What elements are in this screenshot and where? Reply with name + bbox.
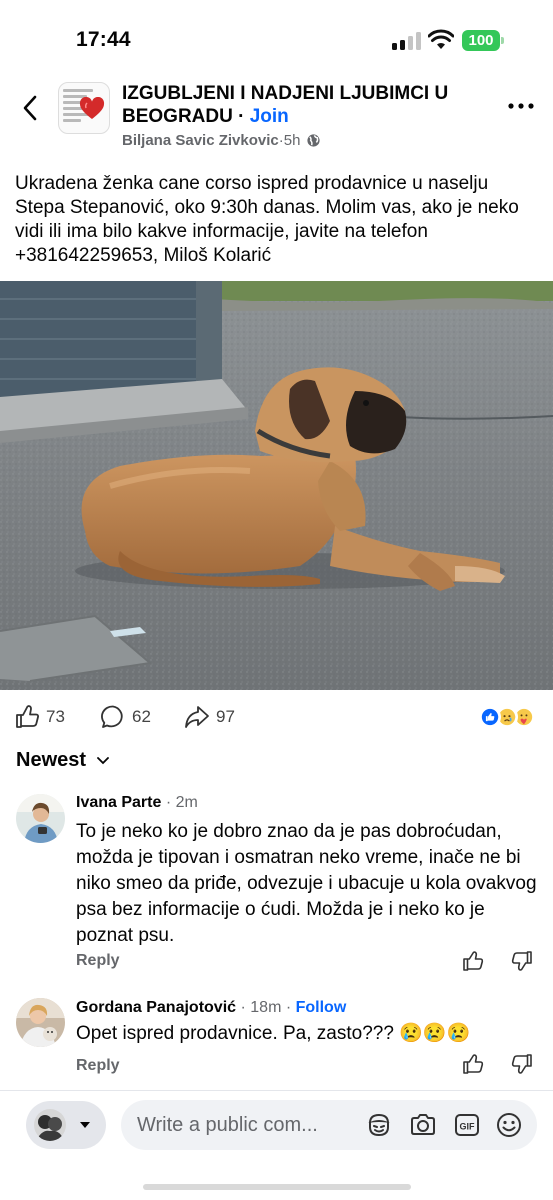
thumbs-up-icon [16, 705, 39, 728]
upvote-icon[interactable] [462, 950, 484, 972]
post-actions: 73 62 97 [0, 698, 553, 738]
comment-button[interactable]: 62 [100, 704, 151, 730]
comment-count: 62 [132, 707, 151, 726]
comment-header: Gordana Panajotović · 18m · Follow [76, 999, 346, 1017]
share-button[interactable]: 97 [184, 704, 235, 730]
user-avatar [34, 1109, 66, 1141]
status-bar: 17:44 100 [0, 0, 553, 76]
comment-separator: · [161, 794, 176, 811]
battery-tip [501, 37, 504, 44]
camera-icon[interactable] [409, 1111, 437, 1139]
commenter-avatar[interactable] [16, 794, 65, 843]
follow-separator: · [281, 999, 296, 1016]
post-photo-dog[interactable] [0, 281, 553, 690]
heart-icon [79, 97, 105, 119]
home-indicator [143, 1184, 411, 1190]
svg-text:GIF: GIF [460, 1122, 476, 1132]
post-text: Ukradena ženka cane corso ispred prodavn… [15, 173, 519, 266]
commenter-name[interactable]: Ivana Parte [76, 794, 161, 811]
globe-icon [307, 134, 321, 147]
comment-time: 18m [250, 999, 282, 1016]
comment-header: Ivana Parte · 2m [76, 794, 198, 812]
comment-input-container: GIF [121, 1100, 537, 1150]
sort-label: Newest [16, 749, 87, 771]
reply-button[interactable]: Reply [76, 952, 120, 970]
group-avatar[interactable] [58, 82, 110, 134]
caret-down-icon [80, 1122, 90, 1128]
like-button[interactable]: 73 [14, 704, 65, 730]
wifi-icon [428, 29, 454, 49]
post-author[interactable]: Biljana Savic Zivkovic [122, 132, 279, 149]
commenter-name[interactable]: Gordana Panajotović [76, 999, 236, 1016]
group-title: IZGUBLJENI I NADJENI LJUBIMCI U BEOGRADU… [122, 82, 492, 128]
reaction-summary[interactable] [479, 706, 539, 728]
comment-sort-dropdown[interactable]: Newest [16, 749, 110, 772]
follow-button[interactable]: Follow [296, 999, 347, 1016]
comment-text: Opet ispred prodavnice. Pa, zasto??? 😢😢😢 [76, 1023, 471, 1044]
post-time[interactable]: 5h [284, 132, 301, 149]
comment-time: 2m [175, 794, 198, 811]
post-meta: Biljana Savic Zivkovic · 5h [122, 132, 321, 149]
title-separator: · [232, 106, 250, 127]
more-options-icon[interactable] [506, 96, 536, 116]
gif-icon[interactable]: GIF [453, 1111, 481, 1139]
commenter-avatar[interactable] [16, 998, 65, 1047]
reply-button[interactable]: Reply [76, 1057, 120, 1075]
comment-bubble-icon [101, 705, 123, 728]
back-arrow-icon[interactable] [18, 92, 44, 124]
like-icon [479, 706, 501, 728]
cellular-signal-icon [392, 32, 422, 50]
avatar-sticker-icon[interactable] [365, 1111, 393, 1139]
comment-input[interactable] [137, 1100, 351, 1150]
join-button[interactable]: Join [250, 106, 289, 127]
status-time: 17:44 [76, 28, 131, 51]
profile-switcher[interactable] [26, 1101, 106, 1149]
emoji-icon[interactable] [495, 1111, 523, 1139]
battery-indicator: 100 [462, 30, 500, 51]
chevron-down-icon [97, 756, 109, 764]
downvote-icon[interactable] [511, 1053, 533, 1075]
share-count: 97 [216, 707, 235, 726]
comment-text: To je neko ko je dobro znao da je pas do… [76, 821, 537, 946]
like-count: 73 [46, 707, 65, 726]
share-arrow-icon [185, 706, 209, 728]
downvote-icon[interactable] [511, 950, 533, 972]
upvote-icon[interactable] [462, 1053, 484, 1075]
comment-separator: · [236, 999, 251, 1016]
